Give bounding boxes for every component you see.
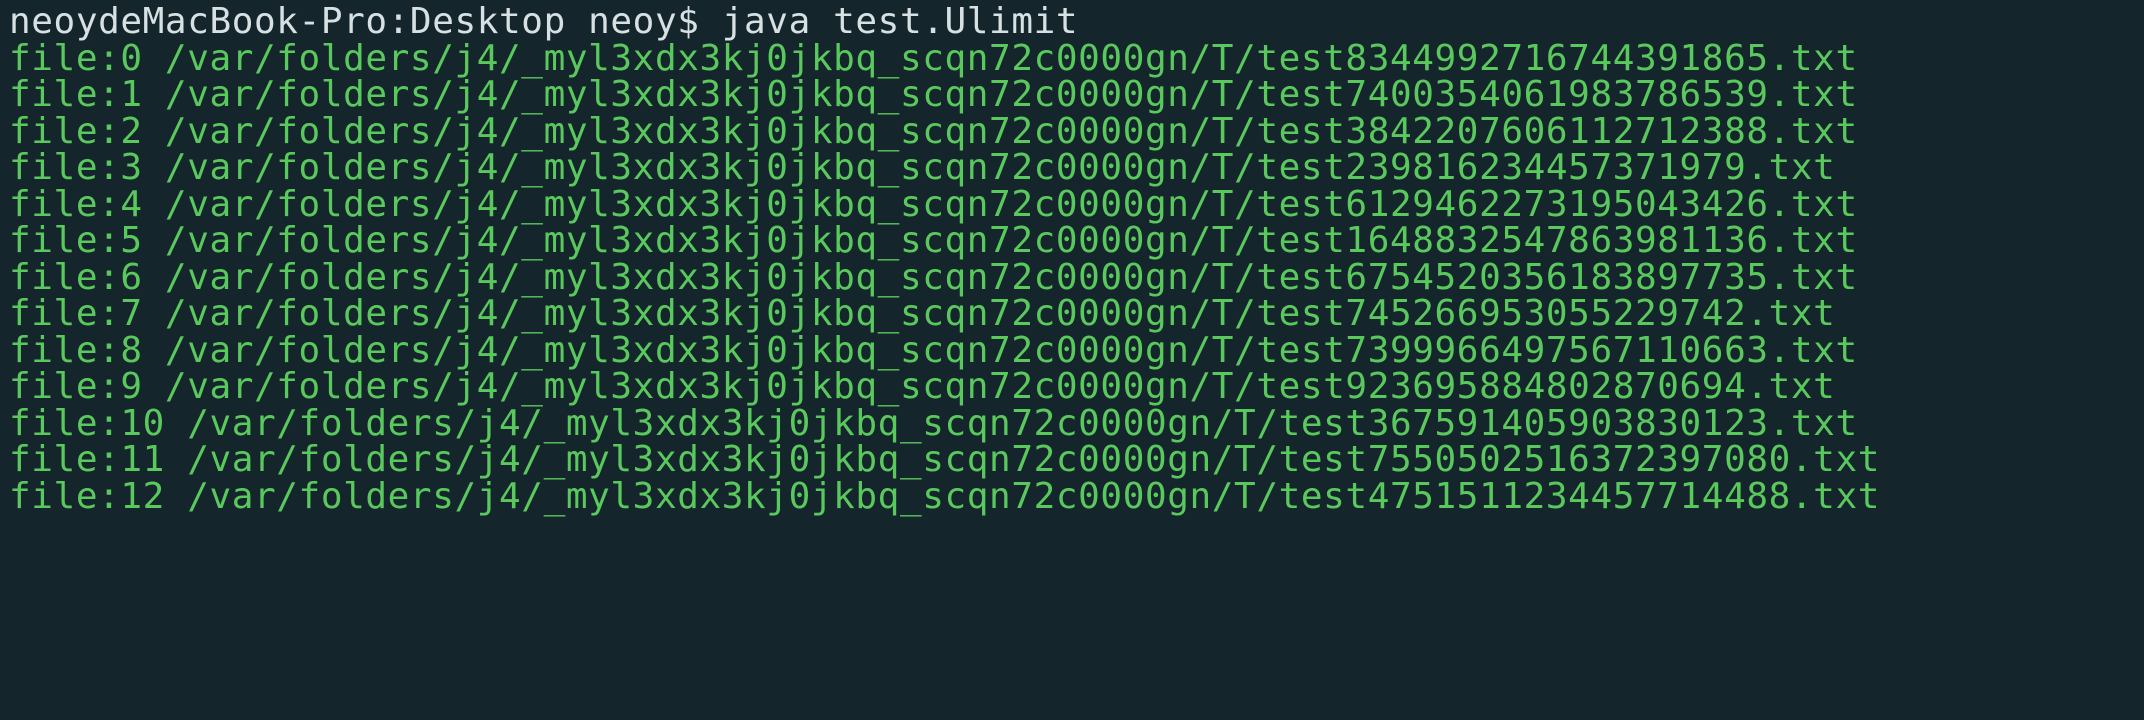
output-line: file:12 /var/folders/j4/_myl3xdx3kj0jkbq…: [9, 476, 1881, 517]
terminal-window[interactable]: neoydeMacBook-Pro:Desktop neoy$ java tes…: [0, 0, 2144, 720]
